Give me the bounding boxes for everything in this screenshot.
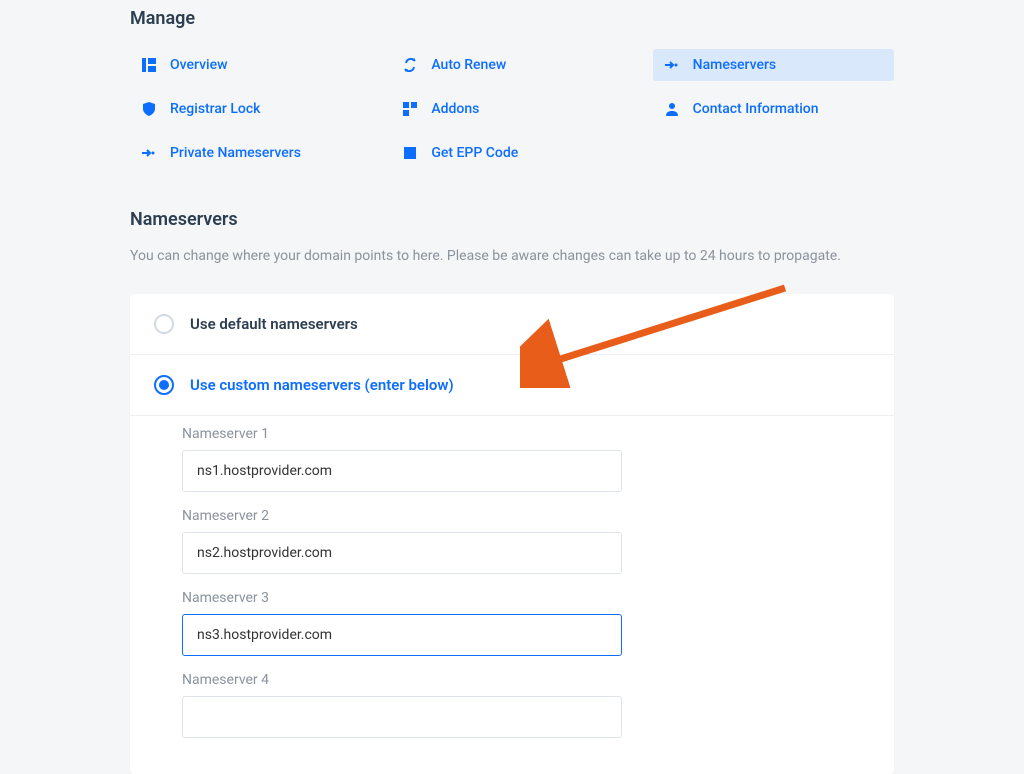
share-icon [665, 58, 679, 72]
nav-label: Overview [170, 57, 227, 73]
radio-default-nameservers[interactable]: Use default nameservers [130, 294, 894, 355]
nav-label: Get EPP Code [431, 145, 518, 161]
nav-label: Addons [431, 101, 479, 117]
nav-overview[interactable]: Overview [130, 49, 371, 81]
nameserver-2-label: Nameserver 2 [182, 508, 842, 524]
manage-section-title: Manage [130, 8, 894, 29]
nav-auto-renew[interactable]: Auto Renew [391, 49, 632, 81]
radio-label: Use default nameservers [190, 315, 358, 333]
nav-nameservers[interactable]: Nameservers [653, 49, 894, 81]
manage-nav-grid: Overview Auto Renew Nameservers Registra… [130, 49, 894, 169]
shield-icon [142, 102, 156, 116]
overview-icon [142, 58, 156, 72]
nameserver-4-label: Nameserver 4 [182, 672, 842, 688]
nav-label: Private Nameservers [170, 145, 301, 161]
grid-icon [403, 102, 417, 116]
refresh-icon [403, 58, 417, 72]
nav-registrar-lock[interactable]: Registrar Lock [130, 93, 371, 125]
nameserver-3-input[interactable] [182, 614, 622, 656]
nav-get-epp-code[interactable]: Get EPP Code [391, 137, 632, 169]
nav-addons[interactable]: Addons [391, 93, 632, 125]
radio-circle-unselected-icon [154, 314, 174, 334]
nav-label: Registrar Lock [170, 101, 260, 117]
radio-custom-nameservers[interactable]: Use custom nameservers (enter below) [130, 355, 894, 416]
nameserver-4-input[interactable] [182, 696, 622, 738]
nameserver-form-area: Nameserver 1 Nameserver 2 Nameserver 3 N… [130, 416, 894, 774]
nav-contact-info[interactable]: Contact Information [653, 93, 894, 125]
square-icon [403, 146, 417, 160]
nameserver-2-input[interactable] [182, 532, 622, 574]
nav-label: Contact Information [693, 101, 819, 117]
page-description: You can change where your domain points … [130, 248, 894, 264]
nav-private-nameservers[interactable]: Private Nameservers [130, 137, 371, 169]
nameserver-3-label: Nameserver 3 [182, 590, 842, 606]
nav-label: Auto Renew [431, 57, 506, 73]
person-icon [665, 102, 679, 116]
nav-label: Nameservers [693, 57, 776, 73]
nameserver-1-input[interactable] [182, 450, 622, 492]
page-title: Nameservers [130, 209, 894, 230]
radio-label: Use custom nameservers (enter below) [190, 376, 454, 394]
nameserver-1-label: Nameserver 1 [182, 426, 842, 442]
nameservers-card: Use default nameservers Use custom names… [130, 294, 894, 774]
share-icon [142, 146, 156, 160]
radio-circle-selected-icon [154, 375, 174, 395]
